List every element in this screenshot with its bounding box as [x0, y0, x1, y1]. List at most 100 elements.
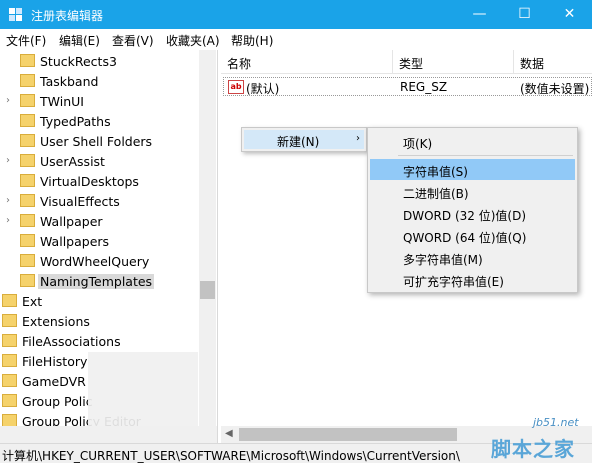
maximize-button[interactable]: ☐ — [502, 0, 547, 29]
column-header-data[interactable]: 数据 — [514, 50, 592, 74]
submenu-item-key[interactable]: 项(K) — [370, 131, 575, 152]
folder-icon — [2, 334, 17, 347]
folder-icon — [20, 154, 35, 167]
tree-item[interactable]: VirtualDesktops — [0, 172, 200, 192]
folder-icon — [20, 214, 35, 227]
tree-item[interactable]: › VisualEffects — [0, 192, 200, 212]
folder-icon — [2, 294, 17, 307]
folder-icon — [2, 314, 17, 327]
submenu-item-qword[interactable]: QWORD (64 位)值(Q) — [370, 225, 575, 246]
tree-item[interactable]: WordWheelQuery — [0, 252, 200, 272]
tree-item-label: NamingTemplates — [38, 274, 155, 289]
tree-item-label: User Shell Folders — [40, 134, 153, 149]
submenu-item-string[interactable]: 字符串值(S) — [370, 159, 575, 180]
folder-icon — [20, 54, 35, 67]
menu-item-new-label: 新建(N) — [277, 135, 320, 149]
submenu-item-label: 二进制值(B) — [403, 187, 469, 201]
tree-item-label: WordWheelQuery — [40, 254, 150, 269]
context-menu: 新建(N) › — [241, 127, 367, 152]
submenu-item-label: 可扩充字符串值(E) — [403, 275, 504, 289]
tree-item-label: FileHistory — [22, 354, 88, 369]
folder-icon — [20, 114, 35, 127]
title-bar: 注册表编辑器 — ☐ ✕ — [0, 0, 592, 29]
menu-edit[interactable]: 编辑(E) — [59, 32, 100, 49]
tree-item-label: Taskband — [40, 74, 99, 89]
tree-item-label: Group Polic — [22, 394, 93, 409]
folder-icon — [20, 194, 35, 207]
expand-chevron-icon[interactable]: › — [6, 215, 10, 226]
tree-item[interactable]: Ext — [0, 292, 200, 312]
tree-item[interactable]: NamingTemplates — [0, 272, 200, 292]
tree-item[interactable]: Wallpapers — [0, 232, 200, 252]
expand-chevron-icon[interactable]: › — [6, 95, 10, 106]
list-scroll-thumb[interactable] — [239, 428, 457, 441]
close-button[interactable]: ✕ — [547, 0, 592, 29]
window-title: 注册表编辑器 — [31, 9, 104, 23]
tree-item[interactable]: Taskband — [0, 72, 200, 92]
tree-item-label: Wallpapers — [40, 234, 110, 249]
tree-item[interactable]: TypedPaths — [0, 112, 200, 132]
obscured-region — [88, 352, 198, 426]
submenu-item-dword[interactable]: DWORD (32 位)值(D) — [370, 203, 575, 224]
tree-item-label: VisualEffects — [40, 194, 120, 209]
value-data: (数值未设置) — [520, 82, 590, 96]
submenu-item-expandable-string[interactable]: 可扩充字符串值(E) — [370, 269, 575, 290]
tree-item-label: VirtualDesktops — [40, 174, 139, 189]
tree-item[interactable]: › Wallpaper — [0, 212, 200, 232]
expand-chevron-icon[interactable]: › — [6, 195, 10, 206]
tree-item-label: UserAssist — [40, 154, 105, 169]
watermark-name: 脚本之家 — [491, 437, 575, 461]
tree-item[interactable]: User Shell Folders — [0, 132, 200, 152]
submenu-arrow-icon: › — [356, 133, 360, 144]
menu-help[interactable]: 帮助(H) — [231, 32, 273, 49]
tree-scroll-thumb[interactable] — [200, 281, 215, 299]
menu-file[interactable]: 文件(F) — [6, 32, 46, 49]
tree-item-label: TWinUI — [40, 94, 84, 109]
folder-icon — [2, 374, 17, 387]
submenu-item-label: 多字符串值(M) — [403, 253, 483, 267]
watermark-site: jb51.net — [533, 416, 579, 429]
tree-vertical-scrollbar[interactable] — [199, 50, 216, 426]
expand-chevron-icon[interactable]: › — [6, 155, 10, 166]
folder-icon — [20, 274, 35, 287]
submenu-item-multistring[interactable]: 多字符串值(M) — [370, 247, 575, 268]
watermark: jb51.net 脚本之家 — [455, 416, 592, 463]
tree-item-label: Ext — [22, 294, 43, 309]
tree-item-label: StuckRects3 — [40, 54, 117, 69]
tree-item-label: GameDVR — [22, 374, 86, 389]
folder-icon — [20, 94, 35, 107]
menu-item-new[interactable]: 新建(N) › — [244, 130, 364, 149]
tree-item[interactable]: FileAssociations — [0, 332, 200, 352]
minimize-button[interactable]: — — [457, 0, 502, 29]
tree-item-label: Extensions — [22, 314, 90, 329]
tree-horizontal-scrollbar[interactable] — [0, 426, 217, 443]
menu-favorites[interactable]: 收藏夹(A) — [166, 32, 220, 49]
scroll-left-icon[interactable]: ◀ — [225, 428, 233, 439]
tree-item[interactable]: StuckRects3 — [0, 52, 200, 72]
registry-app-icon — [9, 8, 22, 21]
tree-item-label: Wallpaper — [40, 214, 103, 229]
column-header-type[interactable]: 类型 — [393, 50, 514, 74]
folder-icon — [20, 254, 35, 267]
submenu-item-label: DWORD (32 位)值(D) — [403, 209, 526, 223]
folder-icon — [20, 74, 35, 87]
table-row[interactable]: ab (默认) REG_SZ (数值未设置) — [223, 77, 592, 96]
menu-view[interactable]: 查看(V) — [112, 32, 154, 49]
value-type: REG_SZ — [400, 80, 448, 94]
tree-item[interactable]: Extensions — [0, 312, 200, 332]
submenu-item-label: QWORD (64 位)值(Q) — [403, 231, 527, 245]
new-submenu: 项(K) 字符串值(S) 二进制值(B) DWORD (32 位)值(D) QW… — [367, 127, 578, 293]
submenu-item-binary[interactable]: 二进制值(B) — [370, 181, 575, 202]
menu-bar: 文件(F) 编辑(E) 查看(V) 收藏夹(A) 帮助(H) — [0, 29, 592, 50]
submenu-item-label: 项(K) — [403, 137, 433, 151]
folder-icon — [20, 234, 35, 247]
tree-item[interactable]: › UserAssist — [0, 152, 200, 172]
string-value-icon: ab — [228, 80, 244, 94]
registry-tree[interactable]: StuckRects3 Taskband › TWinUI TypedPaths User… — [0, 50, 218, 443]
menu-separator — [398, 155, 573, 156]
column-header-name[interactable]: 名称 — [221, 50, 393, 74]
folder-icon — [20, 174, 35, 187]
submenu-item-label: 字符串值(S) — [403, 165, 468, 179]
current-path: 计算机\HKEY_CURRENT_USER\SOFTWARE\Microsoft… — [2, 449, 460, 463]
tree-item[interactable]: › TWinUI — [0, 92, 200, 112]
